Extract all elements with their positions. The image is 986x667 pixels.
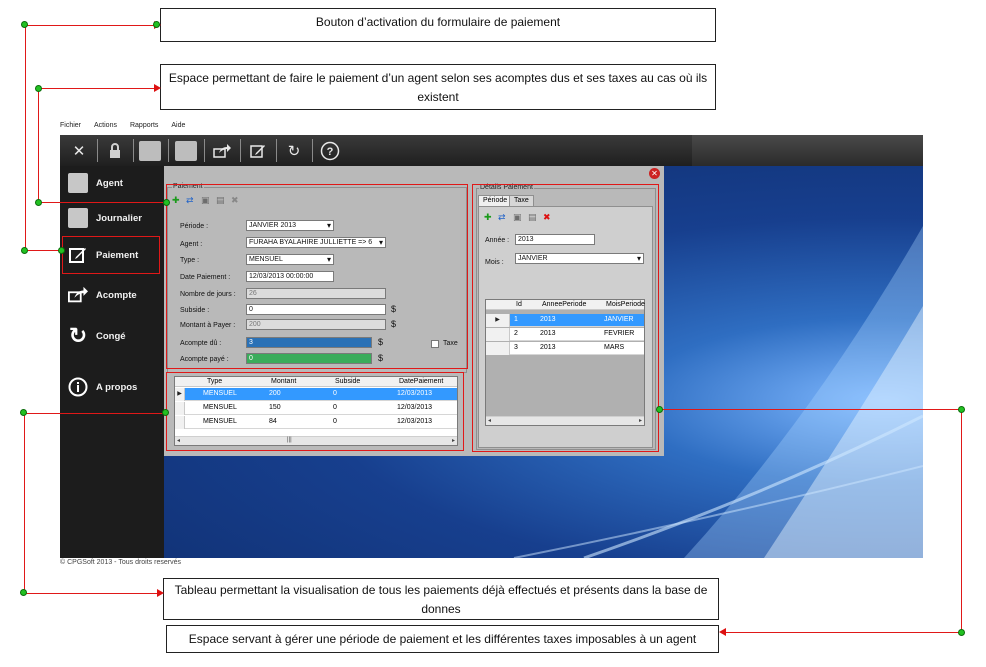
toolbar-separator bbox=[97, 139, 98, 162]
svg-text:?: ? bbox=[327, 146, 334, 158]
share-icon bbox=[68, 285, 88, 305]
callout-activation-text: Bouton d’activation du formulaire de pai… bbox=[315, 15, 561, 29]
connector-dot bbox=[58, 247, 65, 254]
toolbar-separator bbox=[276, 139, 277, 162]
sidebar-item-agent[interactable]: Agent bbox=[68, 168, 160, 198]
sidebar-item-conge[interactable]: ↻ Congé bbox=[68, 321, 160, 351]
close-icon[interactable]: ✕ bbox=[649, 168, 660, 179]
sidebar-item-label: Congé bbox=[96, 330, 126, 342]
menu-aide[interactable]: Aide bbox=[171, 122, 185, 134]
menu-fichier[interactable]: Fichier bbox=[60, 122, 81, 134]
menu-actions[interactable]: Actions bbox=[94, 122, 117, 134]
connector-line bbox=[724, 632, 962, 633]
arrow-icon bbox=[154, 84, 161, 92]
toolbar-separator bbox=[312, 139, 313, 162]
toolbar-separator bbox=[168, 139, 169, 162]
arrow-icon bbox=[157, 589, 164, 597]
highlight-payments-table bbox=[166, 372, 464, 451]
sidebar-item-label: A propos bbox=[96, 381, 138, 393]
connector-dot bbox=[958, 406, 965, 413]
toolbar-separator bbox=[133, 139, 134, 162]
connector-line bbox=[660, 409, 962, 410]
lock-icon[interactable] bbox=[102, 138, 128, 163]
sidebar: Agent Journalier Paiement Acompte ↻ Cong… bbox=[60, 166, 164, 558]
user-icon[interactable] bbox=[173, 138, 199, 163]
toolbar-separator bbox=[240, 139, 241, 162]
highlight-details bbox=[472, 184, 659, 452]
connector-line bbox=[961, 409, 962, 633]
arrow-icon bbox=[719, 628, 726, 636]
user-icon bbox=[68, 208, 88, 228]
connector-dot bbox=[35, 199, 42, 206]
connector-dot bbox=[21, 21, 28, 28]
refresh-icon[interactable]: ↻ bbox=[281, 138, 307, 163]
connector-line bbox=[38, 88, 158, 89]
connector-dot bbox=[21, 247, 28, 254]
toolbar-separator bbox=[204, 139, 205, 162]
sidebar-item-label: Journalier bbox=[96, 212, 142, 224]
connector-dot bbox=[163, 199, 170, 206]
connector-line bbox=[24, 593, 160, 594]
sidebar-item-journalier[interactable]: Journalier bbox=[68, 203, 160, 233]
callout-payment-space: Espace permettant de faire le paiement d… bbox=[160, 64, 716, 110]
highlight-paiement-button bbox=[62, 236, 160, 274]
connector-dot bbox=[656, 406, 663, 413]
connector-line bbox=[25, 25, 158, 26]
close-icon[interactable]: ✕ bbox=[66, 138, 92, 163]
callout-payment-space-text: Espace permettant de faire le paiement d… bbox=[168, 71, 708, 104]
edit-icon[interactable] bbox=[245, 138, 271, 163]
sidebar-item-label: Agent bbox=[96, 177, 123, 189]
menu-bar: Fichier Actions Rapports Aide bbox=[60, 122, 185, 134]
connector-line bbox=[25, 25, 26, 251]
share-icon[interactable] bbox=[209, 138, 235, 163]
callout-activation: Bouton d’activation du formulaire de pai… bbox=[160, 8, 716, 42]
info-icon bbox=[68, 377, 88, 397]
sidebar-item-label: Acompte bbox=[96, 289, 137, 301]
connector-line bbox=[24, 413, 166, 414]
connector-line bbox=[24, 413, 25, 593]
callout-payments-table-text: Tableau permettant la visualisation de t… bbox=[174, 583, 708, 616]
user-icon bbox=[68, 173, 88, 193]
user-icon[interactable] bbox=[137, 138, 163, 163]
callout-period-space-text: Espace servant à gérer une période de pa… bbox=[188, 632, 697, 646]
menu-rapports[interactable]: Rapports bbox=[130, 122, 158, 134]
callout-payments-table: Tableau permettant la visualisation de t… bbox=[163, 578, 719, 620]
connector-dot bbox=[20, 409, 27, 416]
footer-copyright: © CPGSoft 2013 - Tous droits reservés bbox=[60, 559, 181, 566]
connector-dot bbox=[153, 21, 160, 28]
sidebar-item-apropos[interactable]: A propos bbox=[68, 372, 160, 402]
sidebar-item-acompte[interactable]: Acompte bbox=[68, 280, 160, 310]
connector-dot bbox=[162, 409, 169, 416]
connector-dot bbox=[20, 589, 27, 596]
toolbar: ✕ ↻ ? bbox=[60, 135, 923, 166]
connector-dot bbox=[35, 85, 42, 92]
connector-line bbox=[38, 202, 165, 203]
refresh-icon: ↻ bbox=[68, 323, 88, 348]
connector-line bbox=[38, 88, 39, 203]
callout-period-space: Espace servant à gérer une période de pa… bbox=[166, 625, 719, 653]
connector-dot bbox=[958, 629, 965, 636]
highlight-payment-form bbox=[166, 184, 468, 369]
toolbar-right-area bbox=[692, 135, 923, 166]
help-icon[interactable]: ? bbox=[317, 138, 343, 163]
